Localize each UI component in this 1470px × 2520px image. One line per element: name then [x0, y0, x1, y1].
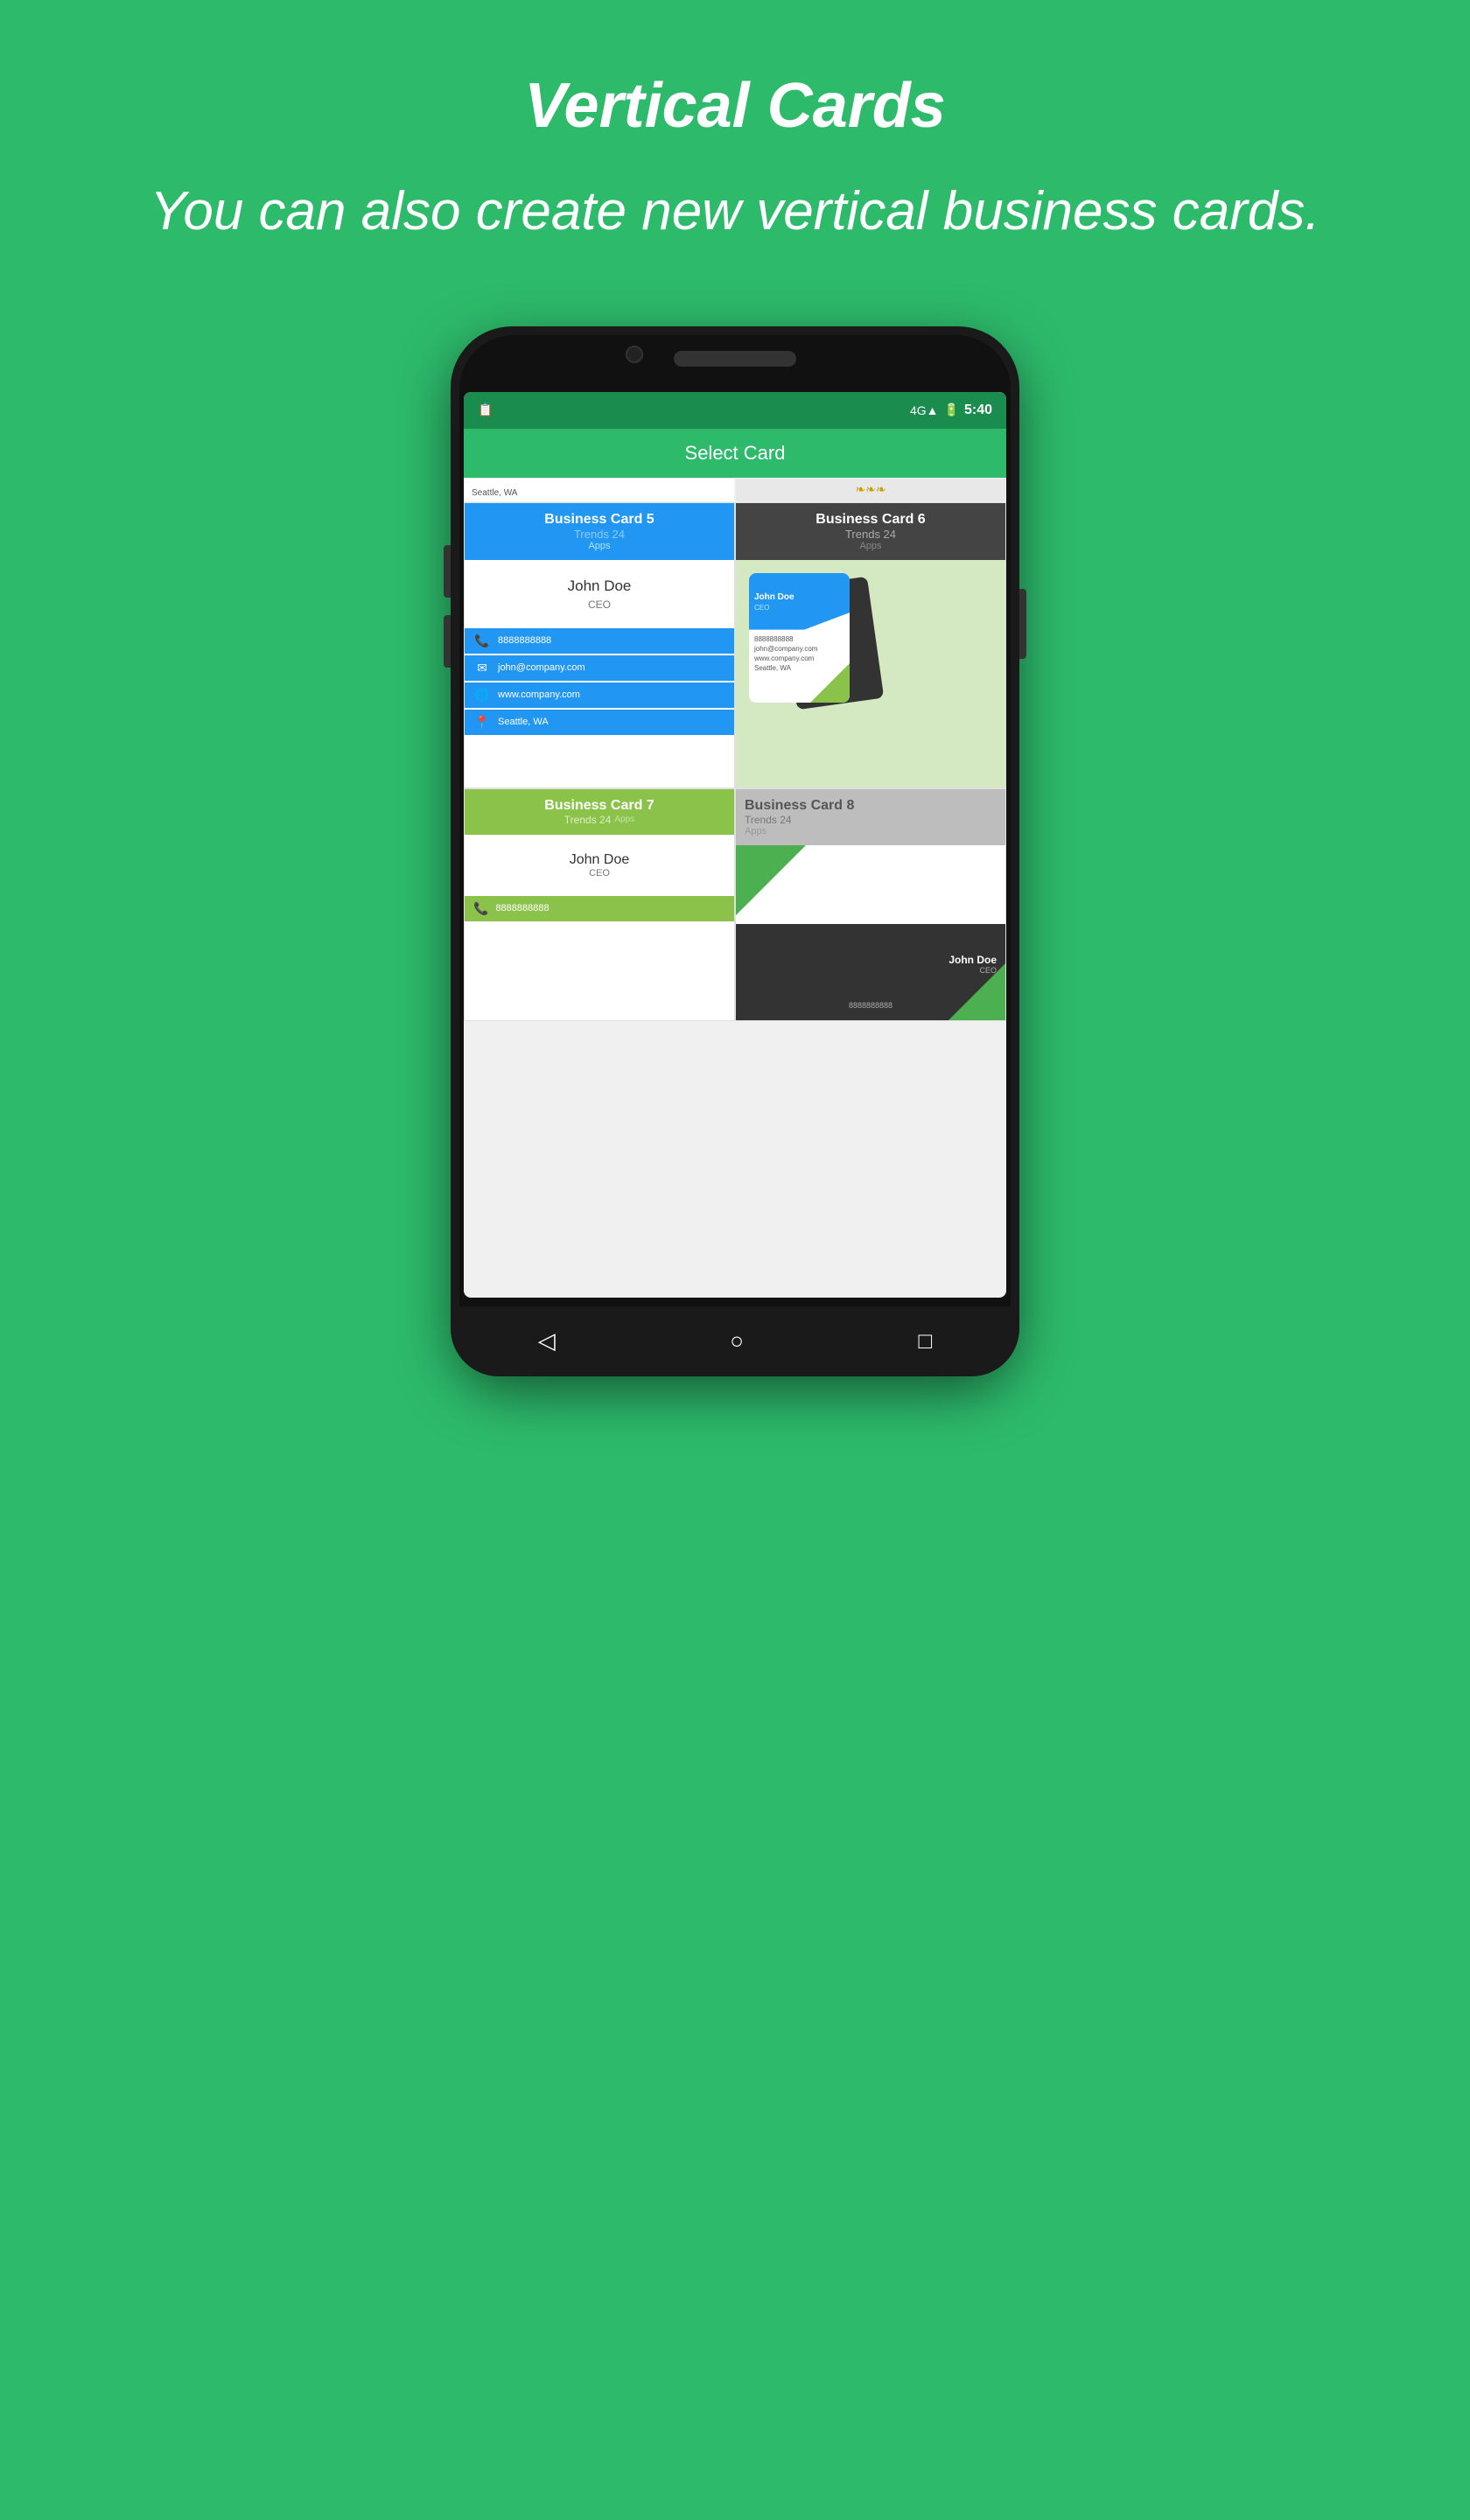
card8-item[interactable]: Business Card 8 Trends 24 Apps John Doe … [736, 789, 1005, 1020]
card5-web-text: www.company.com [498, 690, 580, 700]
card5-item[interactable]: Business Card 5 Trends 24 Apps John Doe … [465, 503, 734, 788]
card8-body: John Doe CEO 8888888888 [736, 845, 1005, 1020]
side-button [1019, 589, 1026, 659]
card7-subtitle-row: Trends 24 Apps [473, 814, 725, 826]
time-display: 5:40 [964, 402, 992, 418]
partial-card-left: Seattle, WA [465, 479, 734, 501]
partial-top-row: Seattle, WA ❧❧❧ [464, 478, 1006, 502]
card7-item[interactable]: Business Card 7 Trends 24 Apps John Doe … [465, 789, 734, 1020]
card5-phone-row: 📞 8888888888 [465, 628, 734, 654]
card5-name: John Doe [473, 578, 725, 595]
ornament: ❧❧❧ [736, 479, 1005, 500]
card7-phone-row: 📞 8888888888 [465, 896, 734, 921]
card5-location-row: 📍 Seattle, WA [465, 710, 734, 735]
card6-subtitle: Trends 24 [745, 528, 997, 541]
card7-title: Business Card 7 [473, 798, 725, 814]
card8-header: Business Card 8 Trends 24 Apps [736, 789, 1005, 845]
card5-apps: Apps [473, 541, 725, 551]
card5-body: John Doe CEO [465, 560, 734, 620]
partial-text: Seattle, WA [472, 488, 517, 498]
card5-email-row: ✉ john@company.com [465, 655, 734, 681]
app-bar: Select Card [464, 429, 1006, 478]
status-bar: 📋 4G▲ 🔋 5:40 [464, 392, 1006, 429]
card8-subtitle: Trends 24 [745, 814, 997, 826]
card8-name: John Doe [948, 954, 997, 966]
card7-body: John Doe CEO [465, 835, 734, 887]
back-button[interactable]: ◁ [538, 1327, 556, 1354]
home-button[interactable]: ○ [730, 1327, 744, 1354]
card7-phone-text: 8888888888 [495, 903, 549, 914]
card7-apps-text: Apps [614, 815, 634, 824]
vol-button-2 [444, 615, 451, 668]
card6-apps: Apps [745, 541, 997, 551]
screen: 📋 4G▲ 🔋 5:40 Select Card Seattle, WA ❧❧❧ [464, 392, 1006, 1298]
card7-subtitle-text: Trends 24 [564, 814, 612, 826]
card6-front-card: John Doe CEO 8888888888 john@company.com… [749, 573, 850, 703]
email-icon: ✉ [473, 661, 491, 676]
phone-icon: 📞 [473, 634, 491, 648]
card5-subtitle: Trends 24 [473, 528, 725, 541]
card6-item[interactable]: Business Card 6 Trends 24 Apps John Doe … [736, 503, 1005, 788]
card8-name-area: John Doe CEO [948, 954, 997, 975]
bottom-nav: ◁ ○ □ [451, 1306, 1019, 1376]
card8-phone: 8888888888 [736, 1001, 1005, 1010]
card6-body: John Doe CEO 8888888888 john@company.com… [736, 560, 1005, 788]
card5-email-text: john@company.com [498, 662, 585, 673]
card7-position: CEO [473, 868, 725, 878]
status-right-area: 4G▲ 🔋 5:40 [910, 402, 992, 418]
web-icon: 🌐 [473, 688, 491, 703]
card7-name: John Doe [473, 852, 725, 868]
card6-header: Business Card 6 Trends 24 Apps [736, 503, 1005, 560]
card5-contacts: 📞 8888888888 ✉ john@company.com 🌐 www.co… [465, 628, 734, 735]
page-title: Vertical Cards [524, 70, 946, 142]
recent-button[interactable]: □ [919, 1327, 933, 1354]
location-icon: 📍 [473, 715, 491, 730]
card5-phone-text: 8888888888 [498, 635, 551, 646]
card8-green-triangle [736, 845, 806, 915]
partial-card-right: ❧❧❧ [736, 479, 1005, 501]
card5-position: CEO [473, 598, 725, 611]
camera [626, 346, 643, 363]
battery-indicator: 🔋 [944, 402, 959, 417]
vol-button-1 [444, 545, 451, 598]
card5-location-text: Seattle, WA [498, 717, 549, 727]
phone-outer: 📋 4G▲ 🔋 5:40 Select Card Seattle, WA ❧❧❧ [451, 326, 1019, 1376]
card7-phone-icon: 📞 [473, 901, 488, 916]
card5-web-row: 🌐 www.company.com [465, 682, 734, 708]
status-left-icon: 📋 [478, 402, 493, 417]
page-subtitle: You can also create new vertical busines… [45, 177, 1424, 248]
card7-header: Business Card 7 Trends 24 Apps [465, 789, 734, 835]
cards-grid[interactable]: Business Card 5 Trends 24 Apps John Doe … [464, 502, 1006, 1021]
card5-header: Business Card 5 Trends 24 Apps [465, 503, 734, 560]
card7-contacts: 📞 8888888888 [465, 896, 734, 921]
card5-title: Business Card 5 [473, 512, 725, 528]
card8-apps: Apps [745, 826, 997, 836]
app-bar-title: Select Card [685, 442, 786, 465]
card6-title: Business Card 6 [745, 512, 997, 528]
phone-wrapper: 📋 4G▲ 🔋 5:40 Select Card Seattle, WA ❧❧❧ [451, 326, 1019, 1376]
speaker [674, 351, 796, 367]
card8-title: Business Card 8 [745, 798, 997, 814]
network-indicator: 4G▲ [910, 403, 939, 417]
card8-position: CEO [948, 966, 997, 975]
